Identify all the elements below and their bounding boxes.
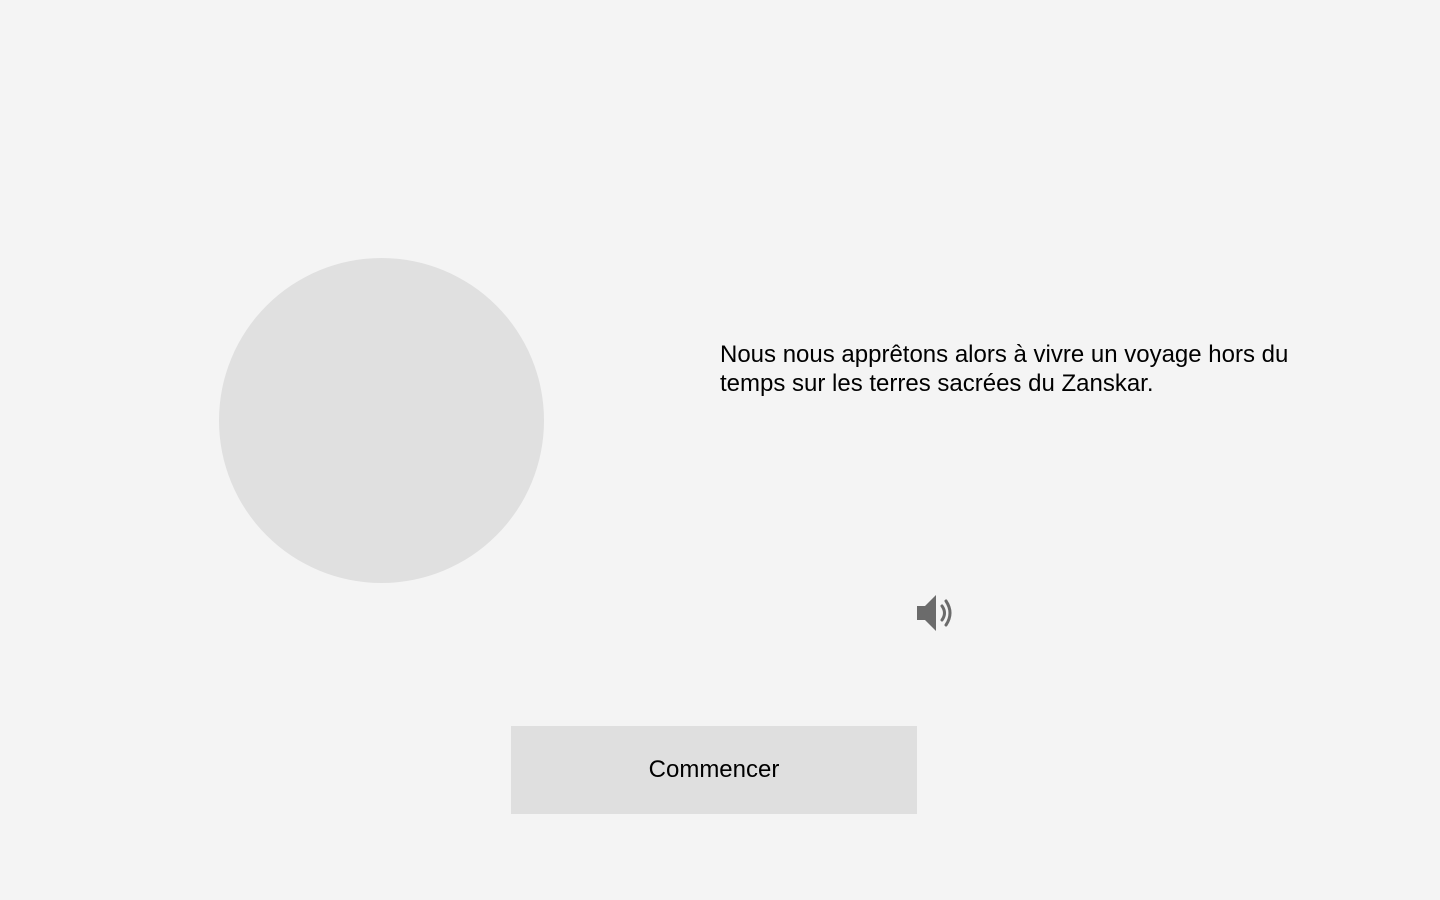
speaker-volume-icon xyxy=(914,591,962,635)
narration-text: Nous nous apprêtons alors à vivre un voy… xyxy=(720,341,1289,397)
slide-container: Nous nous apprêtons alors à vivre un voy… xyxy=(0,0,1440,900)
image-placeholder-circle xyxy=(219,258,544,583)
audio-play-button[interactable] xyxy=(914,590,962,636)
start-button[interactable]: Commencer xyxy=(511,726,917,814)
